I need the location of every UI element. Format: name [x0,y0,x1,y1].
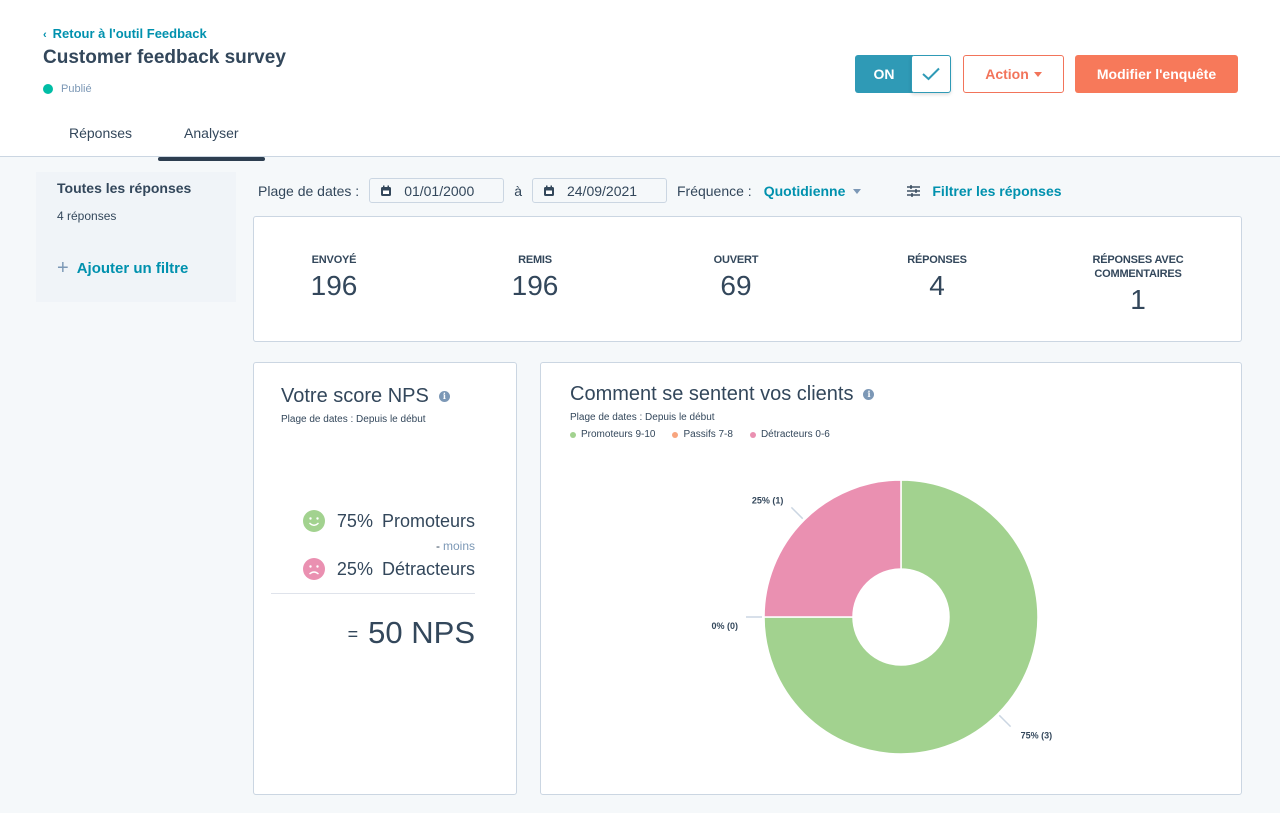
add-filter-button[interactable]: + Ajouter un filtre [57,257,188,280]
nps-score-card: Votre score NPS i Plage de dates : Depuis… [253,362,517,795]
promoters-row: 75% Promoteurs [302,510,475,532]
stat-value: 196 [310,270,358,301]
stat-label: OUVERT [713,254,759,266]
responses-count: 4 réponses [57,209,117,223]
date-range-label: Plage de dates : [258,182,360,199]
date-to-value: 24/09/2021 [566,182,638,199]
detractors-label: Détracteurs [381,558,475,579]
equals-sign: = [347,624,359,645]
caret-down-icon [853,189,862,195]
calendar-icon [543,185,554,196]
status-dot-icon [43,84,53,94]
back-link-label: Retour à l'outil Feedback [52,26,207,41]
stat-label: ENVOYÉ [311,254,357,266]
stat-sent: ENVOYÉ 196 [254,253,414,302]
to-label: à [514,182,522,199]
info-icon[interactable]: i [438,391,450,402]
donut-hole [853,569,949,665]
stat-responses: RÉPONSES 4 [857,253,1017,302]
stat-opened: OUVERT 69 [656,253,816,302]
minus-label: moins [442,539,475,553]
leader-line [790,506,804,520]
customer-feeling-card: Comment se sentent vos clients i Plage de… [540,362,1242,795]
nps-score: = 50 NPS [348,615,475,651]
nps-date-range: Plage de dates : Depuis le début [281,414,426,425]
survey-on-toggle[interactable]: ON [855,55,951,93]
sliders-icon [907,184,921,197]
status-label: Publié [61,83,92,95]
frequency-dropdown[interactable]: Quotidienne [764,183,862,199]
stat-value: 196 [511,270,559,301]
data-label: 75% (3) [1021,731,1053,741]
back-to-feedback-link[interactable]: ‹ Retour à l'outil Feedback [43,26,207,41]
toggle-check-handle[interactable] [911,55,951,93]
sidebar-title[interactable]: Toutes les réponses [57,180,191,196]
caret-down-icon [1033,71,1042,77]
sidebar: Toutes les réponses 4 réponses + Ajouter … [36,172,236,302]
stat-value: 4 [929,270,945,301]
minus-note: - moins [436,539,475,553]
status-badge: Publié [43,83,92,95]
stat-label: RÉPONSES [907,254,967,266]
smiley-face-icon [302,510,325,532]
data-label: 0% (0) [711,621,738,631]
chevron-left-icon: ‹ [43,29,47,41]
stat-value: 1 [1130,284,1146,315]
calendar-icon [381,185,392,196]
stat-label: RÉPONSES AVEC COMMENTAIRES [1092,254,1184,280]
action-label: Action [985,66,1029,82]
action-dropdown-button[interactable]: Action [963,55,1064,93]
filter-bar: Plage de dates : 01/01/2000 à 24/09/2021… [258,178,1062,203]
plus-icon: + [57,257,69,279]
filter-responses-label: Filtrer les réponses [932,182,1062,199]
promoters-label: Promoteurs [381,510,475,531]
checkmark-icon [922,67,940,81]
add-filter-label: Ajouter un filtre [76,260,189,277]
page-header: ‹ Retour à l'outil Feedback Customer feed… [0,0,1280,161]
promoters-percent: 75% [336,510,373,531]
frequency-label: Fréquence : [676,182,752,199]
minus-dash: - [435,539,440,553]
stat-responses-with-comments: RÉPONSES AVEC COMMENTAIRES 1 [1058,253,1218,316]
page-title: Customer feedback survey [43,47,286,68]
nps-score-value: 50 NPS [368,615,475,650]
tabs: Réponses Analyser [43,118,265,161]
detractors-row: 25% Détracteurs [302,558,475,580]
stats-card: ENVOYÉ 196 REMIS 196 OUVERT 69 RÉPONSES … [253,216,1242,342]
toggle-on-label: ON [855,55,913,93]
nps-title-text: Votre score NPS [281,385,429,407]
nps-divider [271,593,475,594]
frequency-value: Quotidienne [763,182,846,199]
tab-responses[interactable]: Réponses [43,118,158,157]
modify-survey-button[interactable]: Modifier l'enquête [1075,55,1238,93]
donut-chart: 75% (3) 0% (0) 25% (1) [711,479,1053,755]
nps-card-title: Votre score NPS i [281,385,450,408]
data-label: 25% (1) [752,495,784,505]
date-from-input[interactable]: 01/01/2000 [369,178,505,203]
detractors-percent: 25% [336,558,373,579]
date-to-input[interactable]: 24/09/2021 [531,178,667,203]
sad-face-icon [302,558,325,580]
stat-delivered: REMIS 196 [455,253,615,302]
tab-analyze[interactable]: Analyser [158,118,265,161]
filter-responses-button[interactable]: Filtrer les réponses [907,182,1062,199]
stat-value: 69 [720,270,752,301]
leader-line [998,714,1012,728]
date-from-value: 01/01/2000 [404,182,475,199]
stat-label: REMIS [518,254,552,266]
